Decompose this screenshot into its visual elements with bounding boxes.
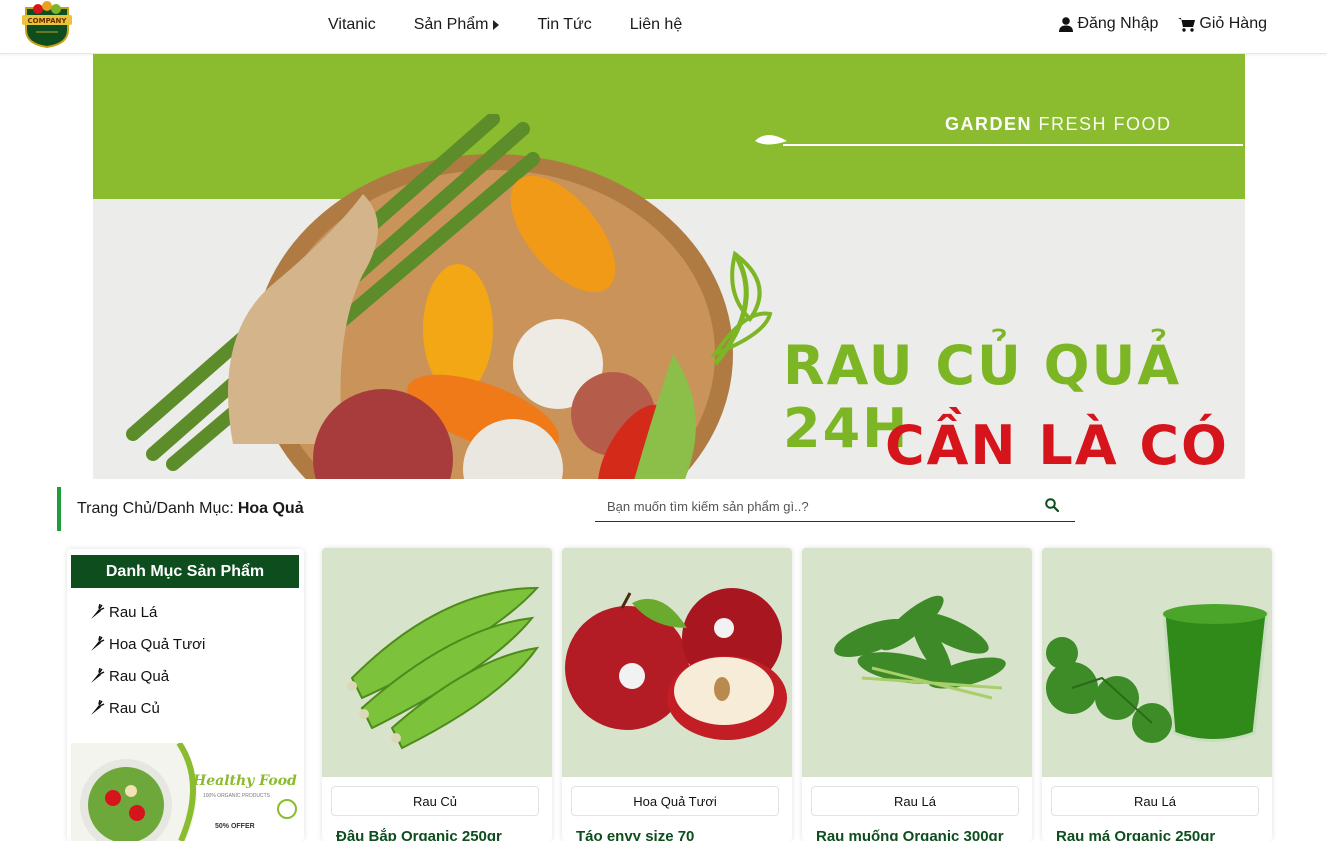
- category-item-rau-qua[interactable]: Rau Quả: [89, 660, 205, 692]
- cart-link[interactable]: Giỏ Hàng: [1178, 15, 1267, 33]
- carrot-icon: [91, 604, 105, 619]
- banner-tagline: GARDEN FRESH FOOD: [945, 114, 1172, 135]
- search-bar: [595, 493, 1075, 522]
- product-category-tag[interactable]: Rau Lá: [811, 786, 1019, 816]
- carrot-icon: [91, 636, 105, 651]
- vegetable-basket-illustration: [126, 114, 733, 479]
- caret-right-icon: [493, 20, 500, 30]
- product-category-tag[interactable]: Hoa Quả Tươi: [571, 786, 779, 816]
- ad-subtitle: 100% ORGANIC PRODUCTS: [203, 793, 270, 799]
- cart-label: Giỏ Hàng: [1199, 15, 1267, 32]
- salad-bowl-illustration: [80, 743, 299, 841]
- category-label: Hoa Quả Tươi: [109, 635, 206, 653]
- pennywort-juice-image: [1046, 604, 1269, 743]
- ad-offer: 50% OFFER: [215, 823, 255, 830]
- leaf-icon: [755, 135, 787, 145]
- product-name[interactable]: Táo envy size 70: [576, 828, 786, 841]
- category-label: Rau Củ: [109, 699, 160, 717]
- category-list: Rau Lá Hoa Quả Tươi Rau Quả Rau Củ: [89, 596, 205, 724]
- leaf-sprig-icon: [709, 250, 773, 366]
- user-links: Đăng Nhập Giỏ Hàng: [1059, 15, 1267, 33]
- nav-vitanic-label: Vitanic: [328, 16, 376, 33]
- product-card[interactable]: Rau Lá Rau muống Organic 300gr: [802, 548, 1032, 841]
- nav-products-label: Sản Phẩm: [413, 16, 489, 33]
- search-icon[interactable]: [1045, 498, 1059, 512]
- okra-image: [347, 586, 540, 750]
- breadcrumb-prefix[interactable]: Trang Chủ/Danh Mục:: [77, 500, 234, 518]
- nav-vitanic[interactable]: Vitanic: [328, 16, 376, 34]
- logo-text: COMPANY: [28, 17, 68, 25]
- product-card[interactable]: Rau Lá Rau má Organic 250gr: [1042, 548, 1272, 841]
- login-label: Đăng Nhập: [1077, 15, 1159, 32]
- product-image-apple[interactable]: [562, 548, 792, 777]
- product-image-pennywort[interactable]: [1042, 548, 1272, 777]
- product-name[interactable]: Rau má Organic 250gr: [1056, 828, 1266, 841]
- category-sidebar: Danh Mục Sản Phẩm Rau Lá Hoa Quả Tươi Ra…: [67, 549, 304, 841]
- category-item-hoa-qua-tuoi[interactable]: Hoa Quả Tươi: [89, 628, 205, 660]
- healthy-food-ad[interactable]: Healthy Food 100% ORGANIC PRODUCTS 50% O…: [71, 743, 299, 841]
- product-category-tag[interactable]: Rau Lá: [1051, 786, 1259, 816]
- banner-headline-2: CẦN LÀ CÓ: [885, 414, 1229, 477]
- tagline-bold: GARDEN: [945, 114, 1033, 134]
- site-header: COMPANY Vitanic Sản Phẩm Tin Tức Liên hệ…: [0, 0, 1327, 54]
- carrot-icon: [91, 668, 105, 683]
- user-icon: [1059, 16, 1074, 32]
- carrot-icon: [91, 700, 105, 715]
- main-nav: Vitanic Sản Phẩm Tin Tức Liên hệ: [328, 16, 720, 34]
- apple-image: [565, 588, 787, 740]
- nav-contact[interactable]: Liên hệ: [630, 16, 683, 34]
- product-card[interactable]: Rau Củ Đậu Bắp Organic 250gr: [322, 548, 552, 841]
- product-name[interactable]: Rau muống Organic 300gr: [816, 828, 1026, 841]
- category-label: Rau Quả: [109, 667, 170, 685]
- nav-products[interactable]: Sản Phẩm: [414, 16, 500, 34]
- product-name[interactable]: Đậu Bắp Organic 250gr: [336, 828, 546, 841]
- product-card[interactable]: Hoa Quả Tươi Táo envy size 70: [562, 548, 792, 841]
- breadcrumb-current: Hoa Quả: [237, 500, 304, 517]
- breadcrumb: Trang Chủ/Danh Mục: Hoa Quả: [57, 487, 304, 531]
- hero-banner[interactable]: GARDEN FRESH FOOD RAU CỦ QUẢ 24H CẦN LÀ …: [93, 54, 1245, 479]
- category-label: Rau Lá: [109, 603, 158, 621]
- sidebar-title: Danh Mục Sản Phẩm: [71, 555, 299, 588]
- nav-news[interactable]: Tin Tức: [537, 16, 591, 34]
- nav-news-label: Tin Tức: [537, 16, 592, 33]
- category-item-rau-la[interactable]: Rau Lá: [89, 596, 205, 628]
- category-item-rau-cu[interactable]: Rau Củ: [89, 692, 205, 724]
- company-logo[interactable]: COMPANY: [18, 0, 76, 49]
- nav-contact-label: Liên hệ: [629, 16, 683, 33]
- product-image-water-spinach[interactable]: [802, 548, 1032, 777]
- tagline-rest: FRESH FOOD: [1038, 114, 1172, 134]
- banner-divider: [783, 144, 1243, 146]
- product-image-okra[interactable]: [322, 548, 552, 777]
- product-category-tag[interactable]: Rau Củ: [331, 786, 539, 816]
- ad-title: Healthy Food: [193, 773, 297, 789]
- cart-icon: [1178, 17, 1196, 32]
- water-spinach-image: [834, 595, 1006, 700]
- search-input[interactable]: [595, 493, 1035, 519]
- login-link[interactable]: Đăng Nhập: [1059, 15, 1158, 33]
